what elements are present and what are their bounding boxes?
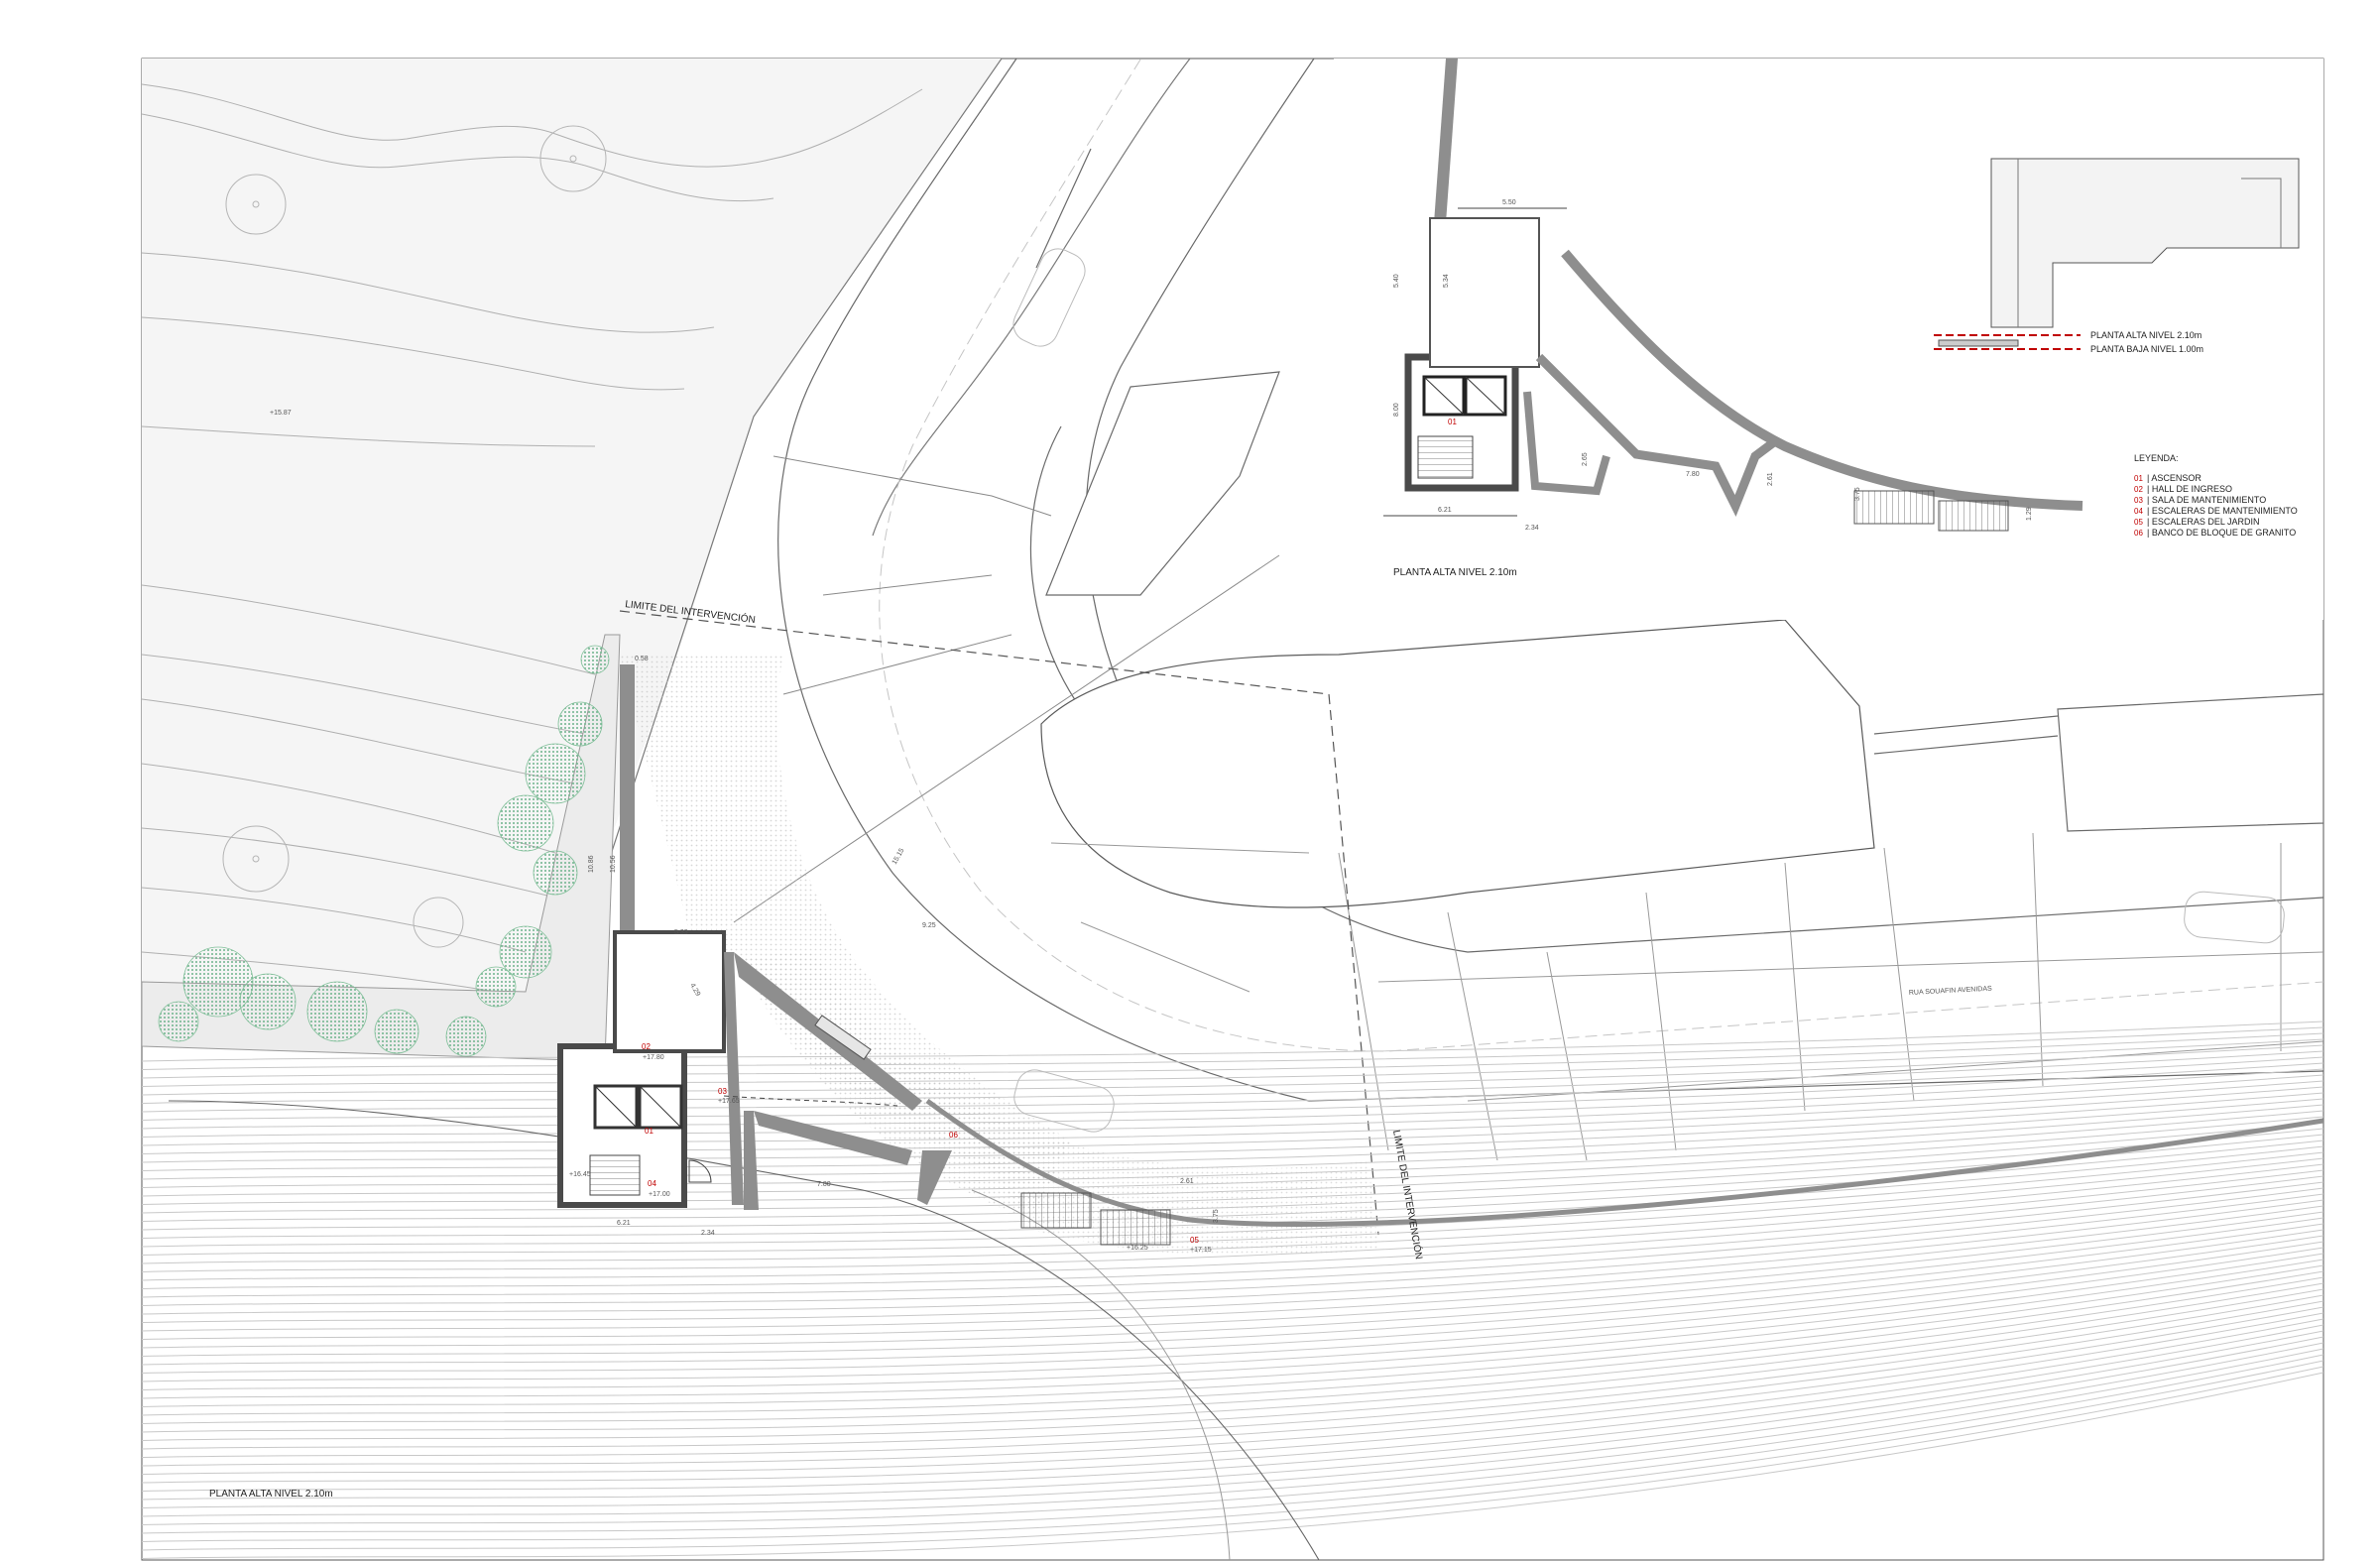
- legend-item: 03 | SALA DE MANTENIMIENTO: [2134, 495, 2266, 505]
- level-16-45: +16.45: [569, 1171, 591, 1178]
- inset-garden-stairs-1: [1853, 490, 1935, 525]
- legend-text-01: | ASCENSOR: [2147, 473, 2202, 483]
- level-17-15: +17.15: [1190, 1247, 1212, 1254]
- inset-dim-2-65: 2.65: [1582, 452, 1589, 466]
- garden-stairs-2: [1100, 1209, 1171, 1246]
- inset-dim-5-40: 5.40: [1393, 274, 1400, 288]
- legend-num-01: 01: [2134, 474, 2143, 483]
- tag-01: 01: [645, 1127, 654, 1136]
- tag-05: 05: [1190, 1236, 1199, 1245]
- legend-num-04: 04: [2134, 507, 2143, 516]
- level-17-65: +17.65: [718, 1098, 740, 1105]
- maintenance-stairs: [589, 1154, 641, 1196]
- architectural-plan-sheet: 0.58 5.33 10.56 10.86 6.21 2.34 7.80 2.6…: [141, 58, 2324, 1561]
- dim-7-80: 7.80: [817, 1181, 831, 1188]
- inset-dim-5-34: 5.34: [1443, 274, 1450, 288]
- hall-room: [613, 930, 726, 1053]
- inset-dim-7-80: 7.80: [1686, 471, 1700, 478]
- level-17-00: +17.00: [649, 1191, 670, 1198]
- inset-dim-2-61: 2.61: [1767, 472, 1774, 486]
- legend-num-05: 05: [2134, 518, 2143, 527]
- legend-text-06: | BANCO DE BLOQUE DE GRANITO: [2147, 528, 2296, 538]
- level-16-25: +16.25: [1127, 1245, 1148, 1252]
- main-plan-title: PLANTA ALTA NIVEL 2.10m: [209, 1489, 333, 1500]
- legend-title: LEYENDA:: [2134, 453, 2179, 463]
- dim-10-56: 10.56: [610, 855, 617, 873]
- inset-dim-6-21: 6.21: [1438, 507, 1452, 514]
- dim-9-25: 9.25: [922, 922, 936, 929]
- tag-06: 06: [949, 1131, 958, 1140]
- inset-stairs: [1417, 435, 1474, 479]
- dim-2-34: 2.34: [701, 1230, 715, 1237]
- inset-garden-stairs-2: [1938, 500, 2009, 532]
- dim-0-58: 0.58: [635, 656, 649, 662]
- legend-num-03: 03: [2134, 496, 2143, 505]
- dim-5-33: 5.33: [674, 929, 688, 936]
- legend-num-02: 02: [2134, 485, 2143, 494]
- level-17-80: +17.80: [643, 1054, 664, 1061]
- legend-text-02: | HALL DE INGRESO: [2147, 484, 2232, 494]
- legend-text-05: | ESCALERAS DEL JARDIN: [2147, 517, 2260, 527]
- tag-02: 02: [642, 1042, 651, 1051]
- legend-item: 02 | HALL DE INGRESO: [2134, 484, 2232, 494]
- dim-6-21: 6.21: [617, 1220, 631, 1227]
- legend-item: 06 | BANCO DE BLOQUE DE GRANITO: [2134, 528, 2296, 538]
- legend-num-06: 06: [2134, 529, 2143, 538]
- inset-tag-01: 01: [1448, 418, 1457, 426]
- inset-dim-3-75: 3.75: [1854, 487, 1861, 501]
- dim-2-61: 2.61: [1180, 1178, 1194, 1185]
- tag-04: 04: [648, 1179, 656, 1188]
- legend-text-03: | SALA DE MANTENIMIENTO: [2147, 495, 2266, 505]
- inset-dim-1-29: 1.29: [2026, 507, 2033, 521]
- inset-plan-title: PLANTA ALTA NIVEL 2.10m: [1393, 567, 1517, 578]
- inset-dim-5-50: 5.50: [1502, 199, 1516, 206]
- dim-10-86: 10.86: [588, 855, 595, 873]
- legend-text-04: | ESCALERAS DE MANTENIMIENTO: [2147, 506, 2298, 516]
- level-15-87: +15.87: [270, 410, 292, 417]
- inset-dim-2-34: 2.34: [1525, 525, 1539, 532]
- dim-3-75: 3.75: [1213, 1209, 1220, 1223]
- section-key-upper: PLANTA ALTA NIVEL 2.10m: [2090, 330, 2202, 340]
- garden-stairs-1: [1020, 1192, 1092, 1229]
- inset-hall: [1429, 217, 1540, 368]
- legend-item: 04 | ESCALERAS DE MANTENIMIENTO: [2134, 506, 2298, 516]
- legend-item: 05 | ESCALERAS DEL JARDIN: [2134, 517, 2260, 527]
- tag-03: 03: [718, 1087, 727, 1096]
- inset-dim-8-00: 8.00: [1393, 403, 1400, 417]
- section-key-lower: PLANTA BAJA NIVEL 1.00m: [2090, 344, 2203, 354]
